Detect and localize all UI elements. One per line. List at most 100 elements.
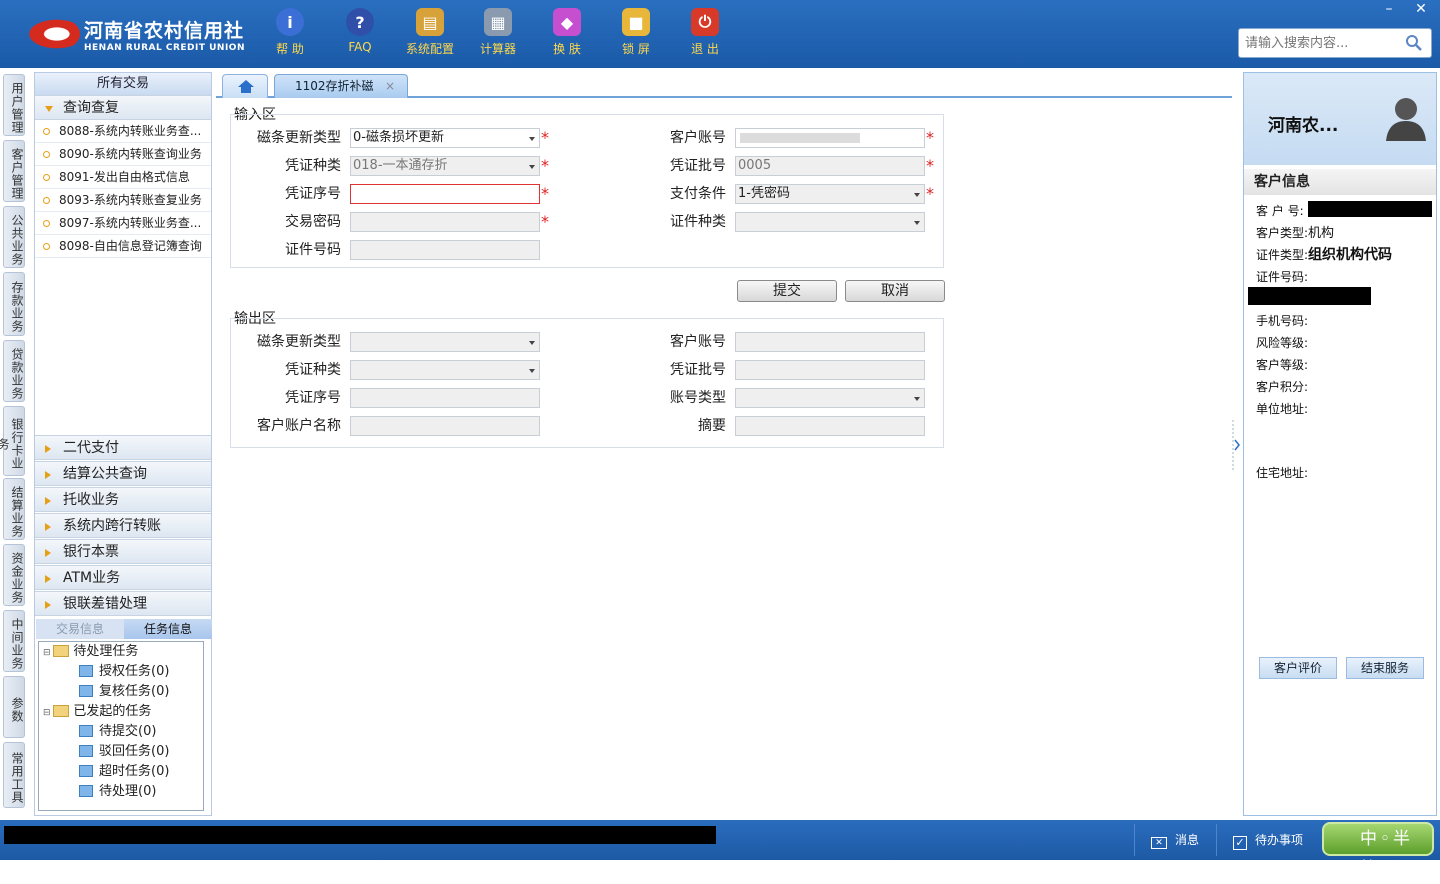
out-acct-type-label: 账号类型 — [670, 390, 726, 406]
out-voucher-type-select[interactable] — [350, 360, 540, 380]
caret-down-icon — [45, 106, 53, 112]
tree-node-to-submit[interactable]: 待提交(0) — [79, 722, 156, 742]
folder-icon — [53, 705, 70, 717]
search-icon[interactable] — [1405, 34, 1423, 52]
tree-label: 待处理任务 — [73, 644, 139, 659]
toolbar-lock-button[interactable]: ■ 锁 屏 — [604, 8, 668, 57]
mag-type-select[interactable]: 0-磁条损坏更新 — [350, 128, 540, 148]
task-tabs: 交易信息 任务信息 — [36, 619, 212, 639]
message-label: 消息 — [1175, 833, 1200, 847]
close-button[interactable]: ✕ — [1406, 0, 1436, 20]
toolbar-config-button[interactable]: ▤ 系统配置 — [398, 8, 462, 57]
caret-right-icon — [45, 523, 51, 531]
nav-group-atm[interactable]: ATM业务 — [35, 565, 211, 590]
tab-home[interactable] — [222, 74, 268, 98]
nav-group-unionpay-error[interactable]: 银联差错处理 — [35, 591, 211, 616]
tab-strip: 1102存折补磁 × — [216, 72, 1232, 98]
nav-item-8093[interactable]: 8093-系统内转账查复业务 — [35, 189, 211, 212]
customer-id-type-row: 证件类型:组织机构代码 — [1256, 247, 1392, 263]
nav-group-label: 系统内跨行转账 — [63, 518, 161, 534]
caret-right-icon — [45, 471, 51, 479]
vtab-settlement[interactable]: 结算业务 — [3, 478, 25, 540]
end-service-button[interactable]: 结束服务 — [1346, 657, 1424, 679]
out-acct-name-field[interactable] — [350, 416, 540, 436]
tree-node-auth[interactable]: 授权任务(0) — [79, 662, 169, 682]
toolbar-calculator-button[interactable]: ▦ 计算器 — [466, 8, 530, 57]
nav-group-collection[interactable]: 托收业务 — [35, 487, 211, 512]
vtab-public-business[interactable]: 公共业务 — [3, 206, 25, 268]
cancel-button[interactable]: 取消 — [845, 280, 945, 302]
nav-item-8091[interactable]: 8091-发出自由格式信息 — [35, 166, 211, 189]
id-type-select[interactable] — [735, 212, 925, 232]
vtab-funds[interactable]: 资金业务 — [3, 544, 25, 606]
nav-item-8098[interactable]: 8098-自由信息登记簿查询 — [35, 235, 211, 258]
tab-task-info[interactable]: 任务信息 — [124, 619, 212, 639]
tree-node-to-process[interactable]: 待处理(0) — [79, 782, 156, 802]
nav-group-label: 银行本票 — [63, 544, 119, 560]
pay-cond-select[interactable]: 1-凭密码 — [735, 184, 925, 204]
vtab-user-mgmt[interactable]: 用户管理 — [3, 74, 25, 136]
toolbar-help-button[interactable]: i 帮 助 — [258, 8, 322, 57]
collapse-panel-icon[interactable] — [1232, 420, 1240, 470]
vtab-intermediary[interactable]: 中间业务 — [3, 610, 25, 672]
nav-group-bank-draft[interactable]: 银行本票 — [35, 539, 211, 564]
vtab-bank-card[interactable]: 银行卡业务 — [0, 406, 25, 476]
out-summary-field[interactable] — [735, 416, 925, 436]
tree-node-initiated[interactable]: ⊟ 已发起的任务 — [43, 702, 151, 722]
toolbox-icon: ▤ — [416, 8, 444, 36]
mail-icon: ✕ — [1151, 837, 1167, 849]
tab-trade-info[interactable]: 交易信息 — [36, 619, 124, 639]
voucher-type-select[interactable]: 018-一本通存折 — [350, 156, 540, 176]
nav-item-8097[interactable]: 8097-系统内转账业务查... — [35, 212, 211, 235]
task-icon — [79, 725, 93, 737]
folder-icon — [53, 645, 70, 657]
batch-field[interactable]: 0005 — [735, 156, 925, 176]
dropdown-arrow-icon — [529, 369, 535, 373]
power-icon: ⏻ — [691, 8, 719, 36]
dropdown-arrow-icon — [529, 137, 535, 141]
out-batch-field[interactable] — [735, 360, 925, 380]
vtab-common-tools[interactable]: 常用工具 — [3, 742, 25, 808]
nav-group-cnaps2[interactable]: 二代支付 — [35, 435, 211, 460]
submit-button[interactable]: 提交 — [737, 280, 837, 302]
vtab-loan[interactable]: 贷款业务 — [3, 340, 25, 402]
toolbar-label: FAQ — [348, 40, 372, 54]
id-no-input[interactable] — [350, 240, 540, 260]
nav-item-8090[interactable]: 8090-系统内转账查询业务 — [35, 143, 211, 166]
dropdown-arrow-icon — [914, 221, 920, 225]
nav-group-label: ATM业务 — [63, 570, 121, 586]
vtab-deposit[interactable]: 存款业务 — [3, 272, 25, 336]
toolbar-exit-button[interactable]: ⏻ 退 出 — [673, 8, 737, 57]
toolbar-faq-button[interactable]: ? FAQ — [328, 8, 392, 54]
todo-button[interactable]: ✓ 待办事项 — [1216, 824, 1316, 856]
tree-node-pending[interactable]: ⊟ 待处理任务 — [43, 642, 138, 662]
customer-work-address-label: 单位地址: — [1256, 402, 1309, 416]
tab-label: 1102存折补磁 — [295, 79, 374, 93]
nav-group-query[interactable]: 查询查复 — [35, 95, 211, 120]
out-mag-type-select[interactable] — [350, 332, 540, 352]
ime-indicator[interactable]: 中◦半简 — [1322, 822, 1434, 879]
voucher-no-input[interactable] — [350, 184, 540, 204]
out-voucher-no-field[interactable] — [350, 388, 540, 408]
transaction-nav: 所有交易 查询查复 8088-系统内转账业务查... 8090-系统内转账查询业… — [34, 72, 212, 816]
tree-node-rejected[interactable]: 驳回任务(0) — [79, 742, 169, 762]
tab-1102[interactable]: 1102存折补磁 × — [274, 74, 408, 98]
minimize-button[interactable]: – — [1374, 0, 1404, 20]
customer-evaluation-button[interactable]: 客户评价 — [1259, 657, 1337, 679]
nav-group-interbank-transfer[interactable]: 系统内跨行转账 — [35, 513, 211, 538]
tab-close-icon[interactable]: × — [385, 75, 395, 97]
out-account-field[interactable] — [735, 332, 925, 352]
tree-node-review[interactable]: 复核任务(0) — [79, 682, 169, 702]
toolbar-skin-button[interactable]: ◆ 换 肤 — [535, 8, 599, 57]
vtab-parameters[interactable]: 参数 — [3, 676, 25, 738]
nav-item-8088[interactable]: 8088-系统内转账业务查... — [35, 120, 211, 143]
nav-group-settlement-query[interactable]: 结算公共查询 — [35, 461, 211, 486]
message-button[interactable]: ✕ 消息 — [1134, 824, 1214, 856]
vtab-customer-mgmt[interactable]: 客户管理 — [3, 140, 25, 202]
search-input[interactable] — [1239, 29, 1399, 57]
customer-points-label: 客户积分: — [1256, 380, 1309, 394]
out-acct-type-select[interactable] — [735, 388, 925, 408]
tree-node-timeout[interactable]: 超时任务(0) — [79, 762, 169, 782]
password-input[interactable] — [350, 212, 540, 232]
account-field[interactable] — [735, 128, 925, 148]
